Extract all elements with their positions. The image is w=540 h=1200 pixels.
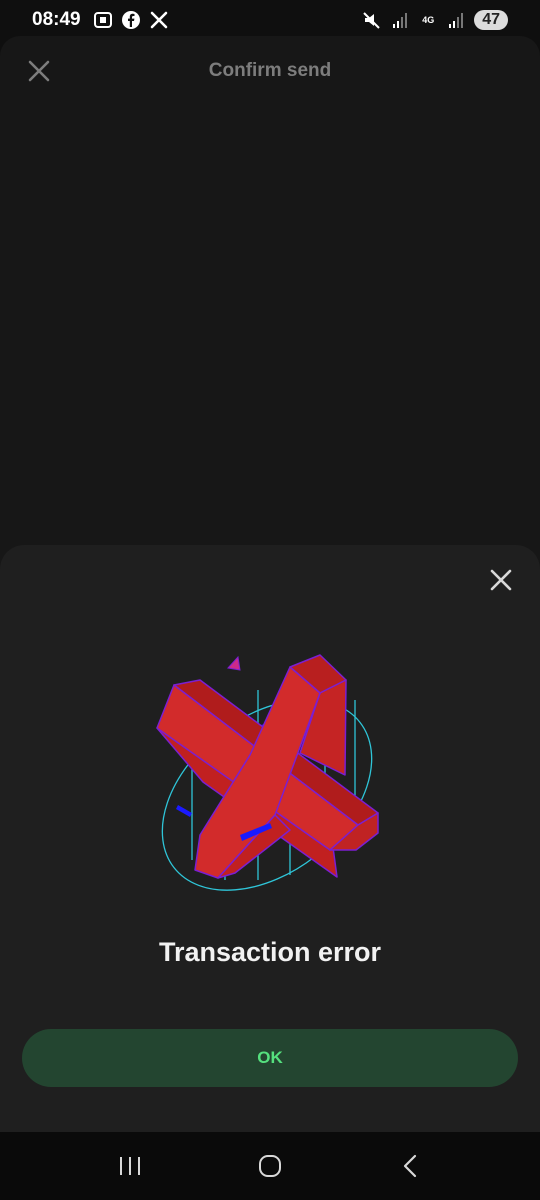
error-sheet: Transaction error OK: [0, 545, 540, 1132]
recent-apps-icon[interactable]: [100, 1146, 160, 1186]
background-header: Confirm send: [0, 36, 540, 106]
status-bar: 08:49 4G 47: [0, 0, 540, 40]
signal-icon-2: [446, 10, 466, 30]
background-page: Confirm send: [0, 36, 540, 596]
status-time: 08:49: [32, 9, 81, 30]
signal-icon: [390, 10, 410, 30]
status-right: 4G 47: [362, 10, 508, 30]
close-icon[interactable]: [24, 56, 54, 86]
screenshot-icon: [93, 10, 113, 30]
ok-button[interactable]: OK: [22, 1029, 518, 1087]
screen: 08:49 4G 47 Confirm send Transaction err…: [0, 0, 540, 1200]
home-icon[interactable]: [240, 1146, 300, 1186]
mute-icon: [362, 10, 382, 30]
error-x-illustration: [140, 645, 400, 895]
page-title: Confirm send: [208, 60, 332, 81]
status-left: 08:49: [32, 9, 169, 31]
ok-button-label: OK: [257, 1048, 283, 1067]
x-icon: [149, 10, 169, 30]
navigation-bar: [0, 1132, 540, 1200]
sheet-close-icon[interactable]: [486, 565, 516, 595]
battery-indicator: 47: [474, 10, 508, 30]
network-icon: 4G: [418, 10, 438, 30]
facebook-icon: [121, 10, 141, 30]
back-icon[interactable]: [380, 1146, 440, 1186]
error-title: Transaction error: [158, 937, 382, 967]
network-label: 4G: [422, 14, 435, 25]
